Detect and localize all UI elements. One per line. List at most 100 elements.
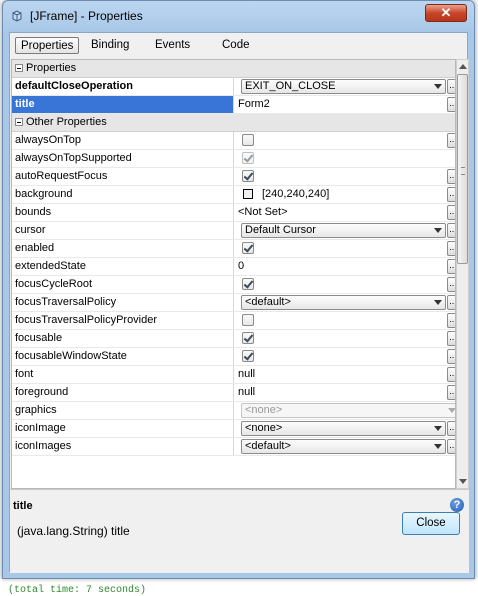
property-name-text: enabled (15, 242, 55, 254)
tab-code[interactable]: Code (217, 37, 255, 54)
property-checkbox[interactable] (242, 170, 254, 182)
property-value[interactable]: <Not Set> (236, 204, 436, 221)
property-name-text: foreground (15, 386, 69, 398)
ellipsis-button[interactable]: ... (447, 367, 455, 382)
property-row[interactable]: iconImages <default>... (12, 438, 455, 456)
collapse-toggle-icon[interactable] (15, 64, 23, 72)
ellipsis-button[interactable]: ... (447, 169, 455, 184)
property-name: focusCycleRoot (12, 276, 234, 293)
close-button[interactable]: Close (402, 512, 460, 535)
property-value[interactable]: null (236, 366, 436, 383)
ellipsis-button[interactable]: ... (447, 439, 455, 454)
category-row[interactable]: Other Properties (12, 114, 455, 132)
ellipsis-button[interactable]: ... (447, 295, 455, 310)
property-row[interactable]: defaultCloseOperation EXIT_ON_CLOSE... (12, 78, 455, 96)
scroll-up-arrow-icon[interactable] (457, 60, 468, 73)
ellipsis-button[interactable]: ... (447, 133, 455, 148)
property-row[interactable]: font null... (12, 366, 455, 384)
ellipsis-button[interactable]: ... (447, 421, 455, 436)
property-row[interactable]: foreground null... (12, 384, 455, 402)
property-name-text: background (15, 188, 73, 200)
property-value[interactable]: 0 (236, 258, 436, 275)
property-dropdown[interactable]: <default> (241, 439, 446, 454)
category-row[interactable]: Properties (12, 60, 455, 78)
window-close-button[interactable]: ✕ (425, 4, 467, 22)
property-row[interactable]: extendedState 0... (12, 258, 455, 276)
property-name-text: Other Properties (26, 116, 107, 128)
ellipsis-button[interactable]: ... (447, 241, 455, 256)
help-icon[interactable]: ? (450, 498, 464, 512)
property-name: focusableWindowState (12, 348, 234, 365)
property-row[interactable]: enabled... (12, 240, 455, 258)
property-name: focusTraversalPolicy (12, 294, 234, 311)
ellipsis-button[interactable]: ... (447, 331, 455, 346)
scroll-down-arrow-icon[interactable] (457, 475, 468, 488)
property-checkbox[interactable] (242, 350, 254, 362)
property-row[interactable]: focusable... (12, 330, 455, 348)
property-name: extendedState (12, 258, 234, 275)
property-name-text: alwaysOnTop (15, 134, 82, 146)
ellipsis-button[interactable]: ... (447, 223, 455, 238)
ellipsis-button[interactable]: ... (447, 187, 455, 202)
property-name-text: focusTraversalPolicyProvider (15, 314, 158, 326)
dropdown-value: <default> (245, 296, 291, 308)
tab-properties[interactable]: Properties (15, 37, 80, 54)
tab-events[interactable]: Events (150, 37, 195, 54)
property-row[interactable]: alwaysOnTop... (12, 132, 455, 150)
dropdown-value: <none> (245, 404, 283, 416)
property-row[interactable]: focusableWindowState... (12, 348, 455, 366)
property-name-text: focusTraversalPolicy (15, 296, 117, 308)
property-row[interactable]: focusTraversalPolicy <default>... (12, 294, 455, 312)
property-checkbox[interactable] (242, 242, 254, 254)
property-dropdown[interactable]: Default Cursor (241, 223, 446, 238)
dropdown-value: EXIT_ON_CLOSE (245, 80, 336, 92)
dropdown-value: Default Cursor (245, 224, 316, 236)
property-name: bounds (12, 204, 234, 221)
ellipsis-button[interactable]: ... (447, 97, 455, 112)
property-name-text: extendedState (15, 260, 86, 272)
property-name-text: iconImages (15, 440, 72, 452)
chevron-down-icon (448, 408, 455, 413)
property-row[interactable]: bounds <Not Set>... (12, 204, 455, 222)
scroll-thumb[interactable] (457, 74, 468, 264)
ellipsis-button[interactable]: ... (447, 385, 455, 400)
ellipsis-button[interactable]: ... (447, 79, 455, 94)
property-row[interactable]: background [240,240,240]... (12, 186, 455, 204)
property-row[interactable]: cursor Default Cursor... (12, 222, 455, 240)
chevron-down-icon (434, 426, 442, 431)
property-value[interactable]: null (236, 384, 436, 401)
property-sheet: Properties defaultCloseOperation EXIT_ON_C… (11, 59, 456, 489)
ellipsis-button[interactable]: ... (447, 259, 455, 274)
property-row[interactable]: autoRequestFocus... (12, 168, 455, 186)
property-checkbox[interactable] (242, 314, 254, 326)
property-dropdown[interactable]: <default> (241, 295, 446, 310)
tab-binding[interactable]: Binding (86, 37, 134, 54)
tab-strip: Properties Binding Events Code (10, 33, 467, 59)
chevron-down-icon (434, 444, 442, 449)
ellipsis-button[interactable]: ... (447, 313, 455, 328)
property-row[interactable]: focusTraversalPolicyProvider... (12, 312, 455, 330)
property-dropdown: <none> (241, 403, 455, 418)
ellipsis-button[interactable]: ... (447, 349, 455, 364)
property-name-text: alwaysOnTopSupported (15, 152, 132, 164)
property-row[interactable]: iconImage <none>... (12, 420, 455, 438)
property-checkbox[interactable] (242, 278, 254, 290)
property-dropdown[interactable]: <none> (241, 421, 446, 436)
property-row[interactable]: alwaysOnTopSupported (12, 150, 455, 168)
vertical-scrollbar[interactable] (456, 59, 469, 489)
title-bar[interactable]: [JFrame] - Properties ✕ (3, 1, 474, 29)
property-name-text: Properties (26, 62, 77, 74)
collapse-toggle-icon[interactable] (15, 118, 23, 126)
ellipsis-button[interactable]: ... (447, 277, 455, 292)
property-dropdown[interactable]: EXIT_ON_CLOSE (241, 79, 446, 94)
property-checkbox[interactable] (242, 332, 254, 344)
property-row[interactable]: title Form2... (12, 96, 455, 114)
property-row[interactable]: graphics <none> (12, 402, 455, 420)
property-name-text: graphics (15, 404, 57, 416)
property-value[interactable]: [240,240,240] (262, 186, 329, 203)
property-row[interactable]: focusCycleRoot... (12, 276, 455, 294)
help-title: title (13, 500, 33, 512)
ellipsis-button[interactable]: ... (447, 205, 455, 220)
property-checkbox[interactable] (242, 134, 254, 146)
property-value[interactable]: Form2 (236, 96, 436, 113)
